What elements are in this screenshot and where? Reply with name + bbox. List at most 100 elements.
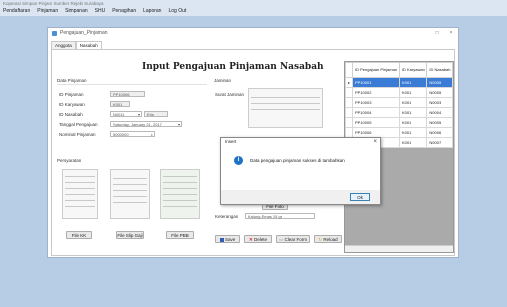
table-cell[interactable]: N0005 xyxy=(426,117,453,128)
slip-gaji-image xyxy=(110,169,150,219)
table-row[interactable]: PP10004 K001 N0004 xyxy=(345,107,453,118)
id-pinjaman-field[interactable]: PP10006 xyxy=(110,91,145,97)
grid-corner xyxy=(345,62,353,78)
table-row[interactable]: PP10006 K001 N0006 xyxy=(345,127,453,138)
nama-nasabah-field[interactable]: Eris xyxy=(144,111,168,117)
insert-dialog: Insert × i Data pengajuan pinjaman sukse… xyxy=(220,137,381,205)
row-marker: ▸ xyxy=(345,77,353,88)
table-cell[interactable]: N0005 xyxy=(426,87,453,98)
table-cell[interactable]: PP10005 xyxy=(352,117,400,128)
reload-button[interactable]: ↻ Reload xyxy=(314,235,342,243)
dialog-message: Data pengajuan pinjaman sukses di tambah… xyxy=(250,158,345,163)
horizontal-scrollbar[interactable] xyxy=(345,245,453,252)
table-cell[interactable]: N0005 xyxy=(426,77,453,88)
table-row[interactable]: PP10002 K001 N0005 xyxy=(345,87,453,98)
table-cell[interactable]: PP10004 xyxy=(352,107,400,118)
table-cell[interactable]: N0004 xyxy=(426,107,453,118)
delete-icon: ✕ xyxy=(248,237,253,242)
column-header[interactable]: ID Pengajuan Pinjaman xyxy=(352,62,400,78)
tab-strip: Anggota Nasabah xyxy=(51,41,102,49)
kk-document-image xyxy=(62,169,98,219)
section-jaminan: Jaminan xyxy=(214,78,232,83)
table-cell[interactable]: N0006 xyxy=(426,127,453,138)
nominal-stepper[interactable]: 5000000 ⇕ xyxy=(110,131,155,137)
menu-shu[interactable]: SHU xyxy=(95,7,106,16)
dialog-close-icon[interactable]: × xyxy=(373,138,377,146)
dialog-footer: Ok xyxy=(221,190,380,204)
id-pinjaman-label: ID Pinjaman xyxy=(59,92,84,97)
table-cell[interactable]: N0003 xyxy=(426,97,453,108)
maximize-icon[interactable]: □ xyxy=(430,28,444,38)
save-icon xyxy=(219,237,224,242)
section-divider xyxy=(57,84,207,85)
table-row[interactable]: PP10003 K001 N0003 xyxy=(345,97,453,108)
menu-laporan[interactable]: Laporan xyxy=(143,7,161,16)
stepper-arrows-icon: ⇕ xyxy=(150,133,153,137)
jaminan-image xyxy=(248,88,323,128)
close-icon[interactable]: × xyxy=(444,28,458,38)
file-kk-button[interactable]: File KK xyxy=(66,231,92,239)
app-title: Koperasi Simpan Pinjam Sumber Rejeki Sur… xyxy=(0,0,507,7)
table-row[interactable]: ▸ PP10001 K001 N0005 xyxy=(345,77,453,88)
column-header[interactable]: ID Nasabah xyxy=(426,62,453,78)
id-karyawan-label: ID Karyawan xyxy=(59,102,85,107)
keterangan-label: Keterangan xyxy=(215,214,239,219)
id-karyawan-field[interactable]: K001 xyxy=(110,101,130,107)
reload-icon: ↻ xyxy=(318,237,323,242)
info-icon: i xyxy=(234,156,243,165)
tanggal-date: 21, 2017 xyxy=(146,122,162,127)
delete-button[interactable]: ✕ Delete xyxy=(244,235,272,243)
id-nasabah-value: N0011 xyxy=(113,112,125,117)
delete-label: Delete xyxy=(254,237,268,242)
table-cell[interactable]: K001 xyxy=(398,77,428,88)
page-title: Input Pengajuan Pinjaman Nasabah xyxy=(142,62,324,72)
table-cell[interactable]: K001 xyxy=(398,97,428,108)
menu-logout[interactable]: Log Out xyxy=(168,7,186,16)
window-titlebar: Pengajuan_Pinjaman □ × xyxy=(48,28,458,38)
clear-label: Clear Form xyxy=(284,237,308,242)
table-cell[interactable]: PP10002 xyxy=(352,87,400,98)
table-cell[interactable]: PP10003 xyxy=(352,97,400,108)
menu-bar: Pendaftaran Pinjaman Simpanan SHU Penagi… xyxy=(0,7,507,16)
tanggal-picker[interactable]: Saturday, January 21, 2017 ▾ xyxy=(110,121,182,127)
nominal-value: 5000000 xyxy=(113,132,129,137)
window-title: Pengajuan_Pinjaman xyxy=(60,30,108,36)
tab-anggota[interactable]: Anggota xyxy=(51,41,76,49)
menu-pendaftaran[interactable]: Pendaftaran xyxy=(3,7,30,16)
table-cell[interactable]: K001 xyxy=(398,127,428,138)
chevron-down-icon: ▾ xyxy=(137,112,140,117)
nominal-label: Nominal Pinjaman xyxy=(59,132,96,137)
clear-icon: ▭ xyxy=(278,237,284,242)
menu-pinjaman[interactable]: Pinjaman xyxy=(37,7,58,16)
tanggal-label: Tanggal Pengajuan xyxy=(59,122,98,127)
dialog-title: Insert xyxy=(225,139,237,144)
ok-button[interactable]: Ok xyxy=(350,193,370,201)
column-header[interactable]: ID Karyawan xyxy=(398,62,428,78)
section-persyaratan: Persyaratan xyxy=(57,158,82,163)
table-cell[interactable]: K001 xyxy=(398,87,428,98)
table-cell[interactable]: K001 xyxy=(398,137,428,148)
dialog-titlebar: Insert × xyxy=(221,138,380,146)
save-button[interactable]: Save xyxy=(215,235,240,243)
pbb-document-image xyxy=(160,169,200,219)
table-cell[interactable]: K001 xyxy=(398,117,428,128)
save-label: Save xyxy=(225,237,236,242)
menu-simpanan[interactable]: Simpanan xyxy=(65,7,88,16)
table-row[interactable]: PP10005 K001 N0005 xyxy=(345,117,453,128)
id-nasabah-label: ID Nasabah xyxy=(59,112,83,117)
table-cell[interactable]: N0007 xyxy=(426,137,453,148)
file-pbb-button[interactable]: File PBB xyxy=(166,231,194,239)
id-nasabah-select[interactable]: N0011 ▾ xyxy=(110,111,142,117)
clear-form-button[interactable]: ▭ Clear Form xyxy=(276,235,310,243)
table-cell[interactable]: K001 xyxy=(398,107,428,118)
calendar-icon: ▾ xyxy=(177,122,180,127)
window-app-icon xyxy=(52,30,57,36)
file-slip-gaji-button[interactable]: File Slip Gaji xyxy=(116,231,144,239)
surat-jaminan-label: Surat Jaminan xyxy=(215,92,245,97)
tanggal-month: January xyxy=(130,122,146,127)
tab-nasabah[interactable]: Nasabah xyxy=(75,41,102,49)
table-cell[interactable]: PP10006 xyxy=(352,127,400,138)
menu-penagihan[interactable]: Penagihan xyxy=(112,7,136,16)
keterangan-field[interactable]: Kalung Emas 15 gr xyxy=(245,213,315,219)
table-cell[interactable]: PP10001 xyxy=(352,77,400,88)
